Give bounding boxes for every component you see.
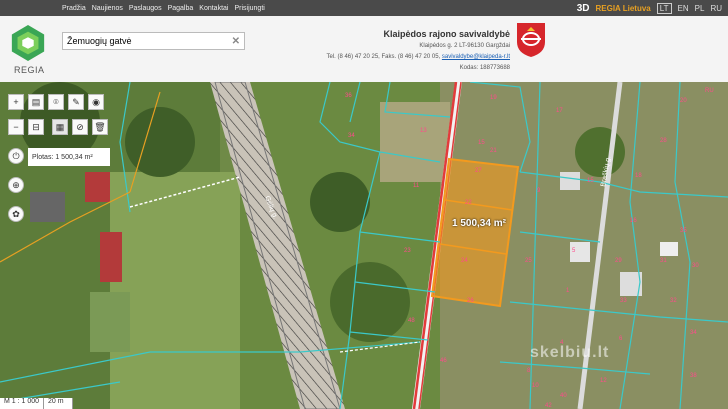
header: REGIA ✕ Klaipėdos rajono savivaldybė Kla…: [0, 16, 728, 83]
svg-text:13: 13: [420, 128, 427, 134]
regia-lietuva-link[interactable]: REGIA Lietuva: [595, 4, 650, 13]
region-icon[interactable]: ✿: [8, 206, 24, 222]
lang-ru[interactable]: RU: [710, 4, 722, 13]
map-area-label: 1 500,34 m²: [452, 218, 506, 229]
svg-text:19: 19: [490, 95, 497, 101]
svg-text:31: 31: [660, 258, 667, 264]
svg-text:35: 35: [680, 228, 687, 234]
regia-logo-icon[interactable]: [9, 24, 47, 62]
logo-text: REGIA: [14, 65, 45, 75]
zoom-in-button[interactable]: +: [8, 94, 24, 110]
svg-text:24: 24: [461, 258, 468, 264]
svg-text:18: 18: [635, 173, 642, 179]
svg-text:34: 34: [348, 133, 355, 139]
zoom-out-button[interactable]: −: [8, 119, 24, 135]
nav-pagalba[interactable]: Pagalba: [168, 5, 194, 12]
institution-code: Kodas: 188773688: [459, 65, 510, 71]
svg-text:34: 34: [690, 330, 697, 336]
svg-text:16: 16: [630, 218, 637, 224]
svg-text:10: 10: [532, 383, 539, 389]
svg-text:42: 42: [545, 403, 552, 409]
svg-text:27: 27: [475, 168, 482, 174]
institution-phone: Tel. (8 46) 47 20 25, Faks. (8 46) 47 20…: [326, 54, 441, 60]
layers-icon[interactable]: ▤: [28, 94, 44, 110]
svg-text:25: 25: [525, 258, 532, 264]
delete-icon[interactable]: 🗑: [92, 119, 108, 135]
nav-kontaktai[interactable]: Kontaktai: [199, 5, 228, 12]
map-view[interactable]: Gėlių g. Braškių g. 36 34 13 19 15 11 23…: [0, 82, 728, 409]
svg-text:23: 23: [404, 248, 411, 254]
lang-pl[interactable]: PL: [695, 4, 705, 13]
nav-prisijungti[interactable]: Prisijungti: [234, 5, 264, 12]
watermark: skelbiu.lt: [530, 344, 610, 361]
svg-text:15: 15: [478, 140, 485, 146]
institution-name: Klaipėdos rajono savivaldybė: [383, 29, 510, 39]
svg-text:28: 28: [660, 138, 667, 144]
edit-icon[interactable]: ✎: [68, 94, 84, 110]
top-right: 3D REGIA Lietuva LT EN PL RU: [577, 0, 722, 16]
institution-address: Klaipėdos g. 2 LT-96130 Gargždai: [419, 43, 510, 49]
measure-line-icon[interactable]: ⊟: [28, 119, 44, 135]
coat-of-arms-icon: [517, 23, 545, 57]
svg-text:40: 40: [560, 393, 567, 399]
locate-icon[interactable]: ⊕: [8, 177, 24, 193]
svg-text:22: 22: [465, 200, 472, 206]
nav-naujienos[interactable]: Naujienos: [92, 5, 123, 12]
top-nav: Pradžia Naujienos Paslaugos Pagalba Kont…: [62, 0, 265, 16]
lang-lt[interactable]: LT: [656, 2, 672, 14]
svg-text:38: 38: [690, 373, 697, 379]
svg-text:12: 12: [600, 378, 607, 384]
svg-text:36: 36: [345, 93, 352, 99]
svg-text:33: 33: [620, 298, 627, 304]
svg-text:15: 15: [587, 178, 594, 184]
institution-info: Klaipėdos rajono savivaldybė Klaipėdos g…: [250, 29, 510, 72]
svg-text:RU: RU: [705, 88, 714, 94]
svg-text:11: 11: [413, 183, 420, 189]
svg-text:29: 29: [615, 258, 622, 264]
scale-bar: 20 m: [44, 398, 74, 409]
svg-text:20: 20: [680, 98, 687, 104]
svg-text:26: 26: [467, 298, 474, 304]
svg-text:21: 21: [490, 148, 497, 154]
institution-email[interactable]: savivaldybe@klaipeda-r.lt: [442, 54, 510, 60]
svg-text:17: 17: [556, 108, 563, 114]
orthophoto-map[interactable]: Gėlių g. Braškių g. 36 34 13 19 15 11 23…: [0, 82, 728, 409]
scale-ratio: M 1 : 1 000: [0, 398, 45, 409]
measure-radius-icon[interactable]: ⊘: [72, 119, 88, 135]
area-readout: Plotas: 1 500,34 m²: [28, 148, 110, 166]
svg-text:46: 46: [440, 358, 447, 364]
svg-text:30: 30: [692, 263, 699, 269]
measure-area-icon[interactable]: ▦: [52, 119, 68, 135]
institution-contacts: Tel. (8 46) 47 20 25, Faks. (8 46) 47 20…: [250, 53, 510, 61]
compass-icon[interactable]: ⏻: [8, 148, 24, 164]
svg-text:32: 32: [670, 298, 677, 304]
pin-icon[interactable]: ⌾: [48, 94, 64, 110]
svg-text:48: 48: [408, 318, 415, 324]
marker-icon[interactable]: ◉: [88, 94, 104, 110]
3d-button[interactable]: 3D: [577, 3, 590, 14]
clear-search-icon[interactable]: ✕: [232, 36, 240, 47]
search-box: ✕: [62, 32, 245, 50]
top-bar: Pradžia Naujienos Paslaugos Pagalba Kont…: [0, 0, 728, 16]
nav-paslaugos[interactable]: Paslaugos: [129, 5, 162, 12]
search-input[interactable]: [67, 36, 232, 46]
scale-info: M 1 : 1 000 20 m: [0, 398, 74, 409]
nav-pradzia[interactable]: Pradžia: [62, 5, 86, 12]
lang-en[interactable]: EN: [678, 4, 689, 13]
